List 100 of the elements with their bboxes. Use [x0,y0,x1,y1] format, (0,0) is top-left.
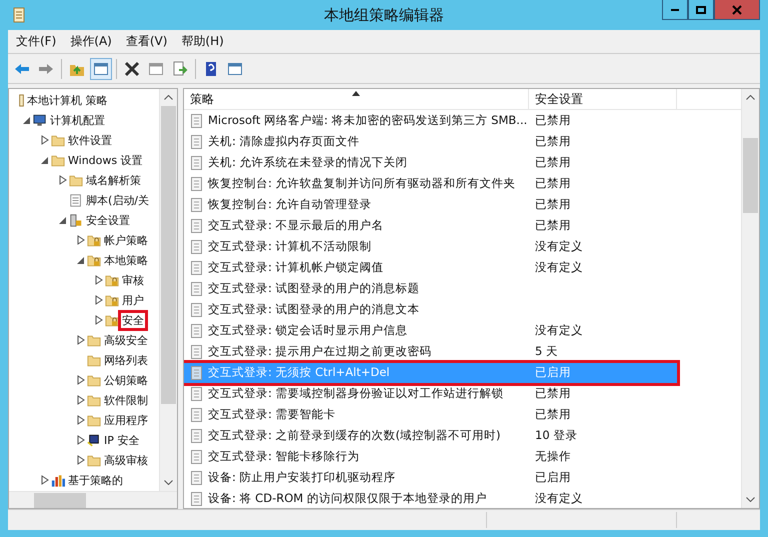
table-row[interactable]: 交互式登录: 智能卡移除行为 无操作 [184,446,677,466]
policy-icon [190,260,204,274]
table-row[interactable]: 恢复控制台: 允许软盘复制并访问所有驱动器和所有文件夹 已禁用 [184,174,677,194]
menu-item[interactable]: 查看(V) [126,33,168,50]
collapse-arrow-icon[interactable] [77,255,85,265]
horizontal-scrollbar[interactable] [9,491,177,508]
menu-item[interactable]: 操作(A) [70,33,112,50]
expand-arrow-icon[interactable] [59,175,67,185]
table-row[interactable]: 关机: 允许系统在未登录的情况下关闭 已禁用 [184,152,677,172]
vertical-scrollbar[interactable] [741,89,759,508]
table-row[interactable]: 交互式登录: 提示用户在过期之前更改密码 5 天 [184,342,677,362]
scroll-up-icon[interactable] [746,95,755,100]
policy-scroll-icon [12,7,26,23]
tree-item[interactable]: 计算机配置 [49,112,106,128]
security-setting: 已禁用 [535,176,571,191]
policy-icon [190,114,204,128]
table-row[interactable]: 设备: 防止用户安装打印机驱动程序 已启用 [184,468,677,488]
console-tree-icon[interactable] [90,58,112,80]
policy-name: 设备: 将 CD-ROM 的访问权限仅限于本地登录的用户 [208,491,487,506]
expand-arrow-icon[interactable] [95,295,103,305]
table-row[interactable]: 交互式登录: 试图登录的用户的消息标题 [184,278,677,298]
table-row[interactable]: 交互式登录: 计算机帐户锁定阈值 没有定义 [184,258,677,278]
tree-item[interactable]: 高级安全 [103,332,149,348]
maximize-button[interactable] [688,0,714,20]
expand-arrow-icon[interactable] [95,315,103,325]
expand-arrow-icon[interactable] [77,435,85,445]
scroll-thumb[interactable] [34,493,86,508]
security-setting: 没有定义 [535,491,583,506]
locked-folder-icon [87,254,101,266]
tree-item[interactable]: 用户 [121,292,145,308]
scroll-up-icon[interactable] [164,95,173,100]
table-row[interactable]: 交互式登录: 需要智能卡 已禁用 [184,404,677,424]
table-row[interactable]: 交互式登录: 不显示最后的用户名 已禁用 [184,216,677,236]
table-row[interactable]: 交互式登录: 之前登录到缓存的次数(域控制器不可用时) 10 登录 [184,426,677,446]
menu-item[interactable]: 文件(F) [16,33,56,50]
scroll-thumb[interactable] [161,106,176,404]
column-header[interactable]: 策略 [184,89,529,109]
collapse-arrow-icon[interactable] [23,115,31,125]
expand-arrow-icon[interactable] [77,335,85,345]
expand-arrow-icon[interactable] [95,275,103,285]
tree-item[interactable]: 应用程序 [103,412,149,428]
tree-item[interactable]: 域名解析策 [85,172,142,188]
table-row[interactable]: 交互式登录: 需要域控制器身份验证以对工作站进行解锁 已禁用 [184,384,677,404]
table-row[interactable]: 设备: 将 CD-ROM 的访问权限仅限于本地登录的用户 没有定义 [184,488,677,508]
table-row[interactable]: 关机: 清除虚拟内存页面文件 已禁用 [184,132,677,152]
table-row[interactable]: 交互式登录: 锁定会话时显示用户信息 没有定义 [184,320,677,340]
security-setting: 没有定义 [535,260,583,275]
tree-item[interactable]: 安全设置 [85,212,131,228]
expand-arrow-icon[interactable] [77,455,85,465]
security-setting: 无操作 [535,449,571,464]
tree-item[interactable]: 软件限制 [103,392,149,408]
scroll-down-icon[interactable] [164,480,173,485]
close-button[interactable] [714,0,760,20]
policy-name: 交互式登录: 无须按 Ctrl+Alt+Del [208,365,390,380]
table-row[interactable]: 交互式登录: 试图登录的用户的消息文本 [184,300,677,320]
tree-item[interactable]: 公钥策略 [103,372,149,388]
collapse-arrow-icon[interactable] [59,215,67,225]
window-title: 本地组策略编辑器 [323,6,445,24]
tree-item[interactable]: 脚本(启动/关 [85,192,150,208]
computer-icon [33,114,47,126]
script-icon [69,194,83,206]
policy-icon [190,134,204,148]
tree-item[interactable]: IP 安全 [103,432,140,448]
security-setting: 5 天 [535,344,558,359]
security-setting: 已禁用 [535,113,571,128]
policy-name: 交互式登录: 不显示最后的用户名 [208,218,384,233]
expand-arrow-icon[interactable] [41,135,49,145]
tree-item[interactable]: 审核 [121,272,145,288]
expand-arrow-icon[interactable] [41,475,49,485]
expand-arrow-icon[interactable] [77,235,85,245]
scroll-down-icon[interactable] [746,497,755,502]
table-row[interactable]: Microsoft 网络客户端: 将未加密的密码发送到第三方 SMB... 已禁用 [184,110,677,130]
tree-item[interactable]: 网络列表 [103,352,149,368]
security-setting: 没有定义 [535,239,583,254]
policy-icon [190,492,204,506]
expand-arrow-icon[interactable] [77,395,85,405]
scroll-thumb[interactable] [743,138,758,213]
tree-item[interactable]: 基于策略的 [67,472,124,488]
table-row[interactable]: 交互式登录: 计算机不活动限制 没有定义 [184,236,677,256]
menu-item[interactable]: 帮助(H) [181,33,224,50]
expand-arrow-icon[interactable] [77,375,85,385]
folder-icon [51,154,65,166]
policy-name: 交互式登录: 试图登录的用户的消息标题 [208,281,420,296]
tree-item[interactable]: Windows 设置 [67,152,144,168]
policy-icon [190,282,204,296]
tree-item[interactable]: 本地策略 [103,252,149,268]
column-header[interactable]: 安全设置 [529,89,677,109]
tree-item[interactable]: 本地计算机 策略 [26,92,108,108]
tree-item[interactable]: 高级审核 [103,452,149,468]
security-setting: 10 登录 [535,428,578,443]
tree-item[interactable]: 软件设置 [67,132,113,148]
vertical-scrollbar[interactable] [159,89,177,491]
expand-arrow-icon[interactable] [77,415,85,425]
folder-icon [87,394,101,406]
policy-name: 交互式登录: 需要智能卡 [208,407,336,422]
collapse-arrow-icon[interactable] [41,155,49,165]
tree-item[interactable]: 安全 [121,312,145,328]
minimize-button[interactable] [662,0,688,20]
tree-item[interactable]: 帐户策略 [103,232,149,248]
table-row[interactable]: 恢复控制台: 允许自动管理登录 已禁用 [184,194,677,214]
